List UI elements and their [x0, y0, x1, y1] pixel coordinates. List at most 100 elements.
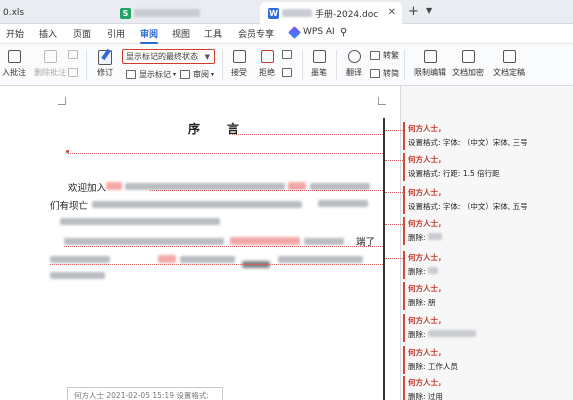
revision-balloon[interactable]: 何方人士， 设置格式: 字体: （中文）宋体, 三号 [403, 122, 528, 150]
redacted-text-deleted [230, 237, 300, 245]
revise-button[interactable]: 修订 [92, 50, 118, 78]
revision-text: 删除: [408, 265, 446, 279]
comment-bubble[interactable]: 何方人士 2021-02-05 15:19 设置格式: [67, 387, 223, 400]
restrict-edit-button[interactable]: 限制编辑 [410, 50, 450, 78]
revision-text: 删除: [408, 231, 446, 245]
balloon-connector [385, 224, 403, 225]
revision-text: 删除: 工作人员 [408, 362, 458, 371]
redacted-text [310, 183, 370, 190]
ink-pen-icon [312, 50, 326, 63]
redacted-text [60, 218, 220, 225]
menu-view[interactable]: 视图 [172, 27, 190, 40]
redacted-text [50, 256, 110, 263]
prev-change-icon[interactable] [282, 50, 295, 59]
show-markup-button[interactable]: 显示标记 ▾ [126, 69, 176, 80]
redacted-text [304, 238, 344, 245]
redacted-text-deleted [106, 182, 122, 190]
revision-balloon[interactable]: 何方人士， 删除: [403, 251, 446, 279]
revision-author: 何方人士， [408, 316, 446, 325]
review-toolbar: 入批注 删除批注 修订 显示标记 ▾ 审阅 ▾ 接受 拒绝 墨笔 翻译 转繁 转… [0, 44, 573, 86]
delete-comment-icon [43, 50, 57, 63]
revision-balloon[interactable]: 何方人士， 设置格式: 字体: （中文）宋体, 五号 [403, 186, 528, 214]
paragraph-line-1-start: 欢迎加入 [68, 183, 107, 194]
menu-reference[interactable]: 引用 [107, 27, 125, 40]
page-corner-mark [58, 97, 66, 105]
insert-comment-button[interactable]: 入批注 [0, 50, 28, 78]
menu-bar: 开始 插入 页面 引用 审阅 视图 工具 会员专享 WPS AI ⚲ [0, 24, 573, 44]
markup-state-value: 显示标记的最终状态 [126, 52, 198, 61]
review-pane-icon [180, 70, 190, 79]
balloon-connector [385, 160, 403, 161]
search-icon[interactable]: ⚲ [340, 27, 347, 38]
ink-button[interactable]: 墨笔 [306, 50, 332, 78]
finalize-button[interactable]: 文档定稿 [486, 50, 532, 78]
menu-review[interactable]: 审阅 [140, 27, 159, 44]
finalize-icon [502, 50, 516, 63]
revise-pen-icon [98, 50, 112, 65]
tab-spreadsheet[interactable]: S [116, 2, 212, 24]
tab-label-redacted [282, 9, 312, 17]
redacted-text [180, 256, 235, 263]
comment-bubble-text: 何方人士 2021-02-05 15:19 设置格式: [74, 391, 209, 400]
add-tab-icon[interactable]: + [408, 4, 419, 19]
menu-home[interactable]: 开始 [6, 27, 24, 40]
menu-tools[interactable]: 工具 [204, 27, 222, 40]
next-change-icon[interactable] [282, 68, 295, 77]
to-simplified-icon [370, 69, 380, 78]
chevron-down-icon[interactable]: ▼ [426, 6, 432, 15]
revision-balloon[interactable]: 何方人士， 删除: [403, 314, 476, 342]
review-pane-label: 审阅 [193, 70, 209, 79]
reject-button[interactable]: 拒绝 [254, 50, 280, 78]
revision-balloon[interactable]: 何方人士， 删除: 朋 [403, 282, 446, 310]
separator [336, 50, 337, 80]
prev-comment-icon[interactable] [68, 50, 81, 59]
to-traditional-icon [370, 51, 380, 60]
redacted-text [50, 272, 105, 279]
accept-icon [232, 50, 246, 63]
translate-icon [347, 50, 361, 63]
separator [302, 50, 303, 80]
revision-balloon[interactable]: 何方人士， 删除: [403, 217, 446, 245]
tab-doc-active[interactable]: W 手册-2024.doc ✕ [260, 2, 402, 24]
menu-wps-ai-label: WPS AI [303, 27, 335, 37]
to-traditional-label: 转繁 [383, 51, 399, 60]
revision-author: 何方人士， [408, 124, 446, 133]
separator [86, 50, 87, 80]
encrypt-label: 文档加密 [452, 68, 484, 77]
revision-balloon[interactable]: 何方人士， 删除: 工作人员 [403, 346, 458, 374]
redacted-text [318, 200, 368, 207]
next-comment-icon[interactable] [68, 68, 81, 77]
menu-insert[interactable]: 插入 [39, 27, 57, 40]
review-pane-button[interactable]: 审阅 ▾ [180, 69, 214, 80]
restrict-edit-icon [423, 50, 437, 63]
translate-label: 翻译 [346, 68, 362, 77]
menu-member[interactable]: 会员专享 [238, 27, 274, 40]
tab-label: 0.xls [3, 8, 25, 18]
accept-button[interactable]: 接受 [226, 50, 252, 78]
revision-author: 何方人士， [408, 219, 446, 228]
to-simplified-button[interactable]: 转简 [370, 68, 399, 79]
separator [222, 50, 223, 80]
revision-text: 设置格式: 行距: 1.5 倍行距 [408, 169, 500, 178]
accept-label: 接受 [231, 68, 247, 77]
translate-button[interactable]: 翻译 [340, 50, 368, 78]
redacted-text-deleted [288, 182, 306, 190]
close-icon[interactable]: ✕ [388, 7, 396, 18]
chevron-down-icon: ▼ [204, 53, 210, 61]
finalize-label: 文档定稿 [493, 68, 525, 77]
menu-page[interactable]: 页面 [73, 27, 91, 40]
menu-wps-ai[interactable]: WPS AI [288, 25, 335, 39]
page-corner-mark [378, 97, 386, 105]
revision-balloon[interactable]: 何方人士， 设置格式: 行距: 1.5 倍行距 [403, 153, 500, 181]
revision-balloon[interactable]: 何方人士， 删除: 过用 [403, 376, 446, 400]
revise-label: 修订 [97, 68, 113, 77]
markup-state-select[interactable]: 显示标记的最终状态 ▼ [122, 49, 215, 64]
to-traditional-button[interactable]: 转繁 [370, 50, 399, 61]
show-markup-icon [126, 70, 136, 79]
delete-comment-label: 删除批注 [34, 68, 66, 77]
delete-comment-button[interactable]: 删除批注 [30, 50, 70, 78]
change-marker [66, 150, 69, 153]
encrypt-button[interactable]: 文档加密 [448, 50, 488, 78]
change-connector-line [64, 246, 383, 247]
tab-xls[interactable]: 0.xls [0, 2, 112, 24]
